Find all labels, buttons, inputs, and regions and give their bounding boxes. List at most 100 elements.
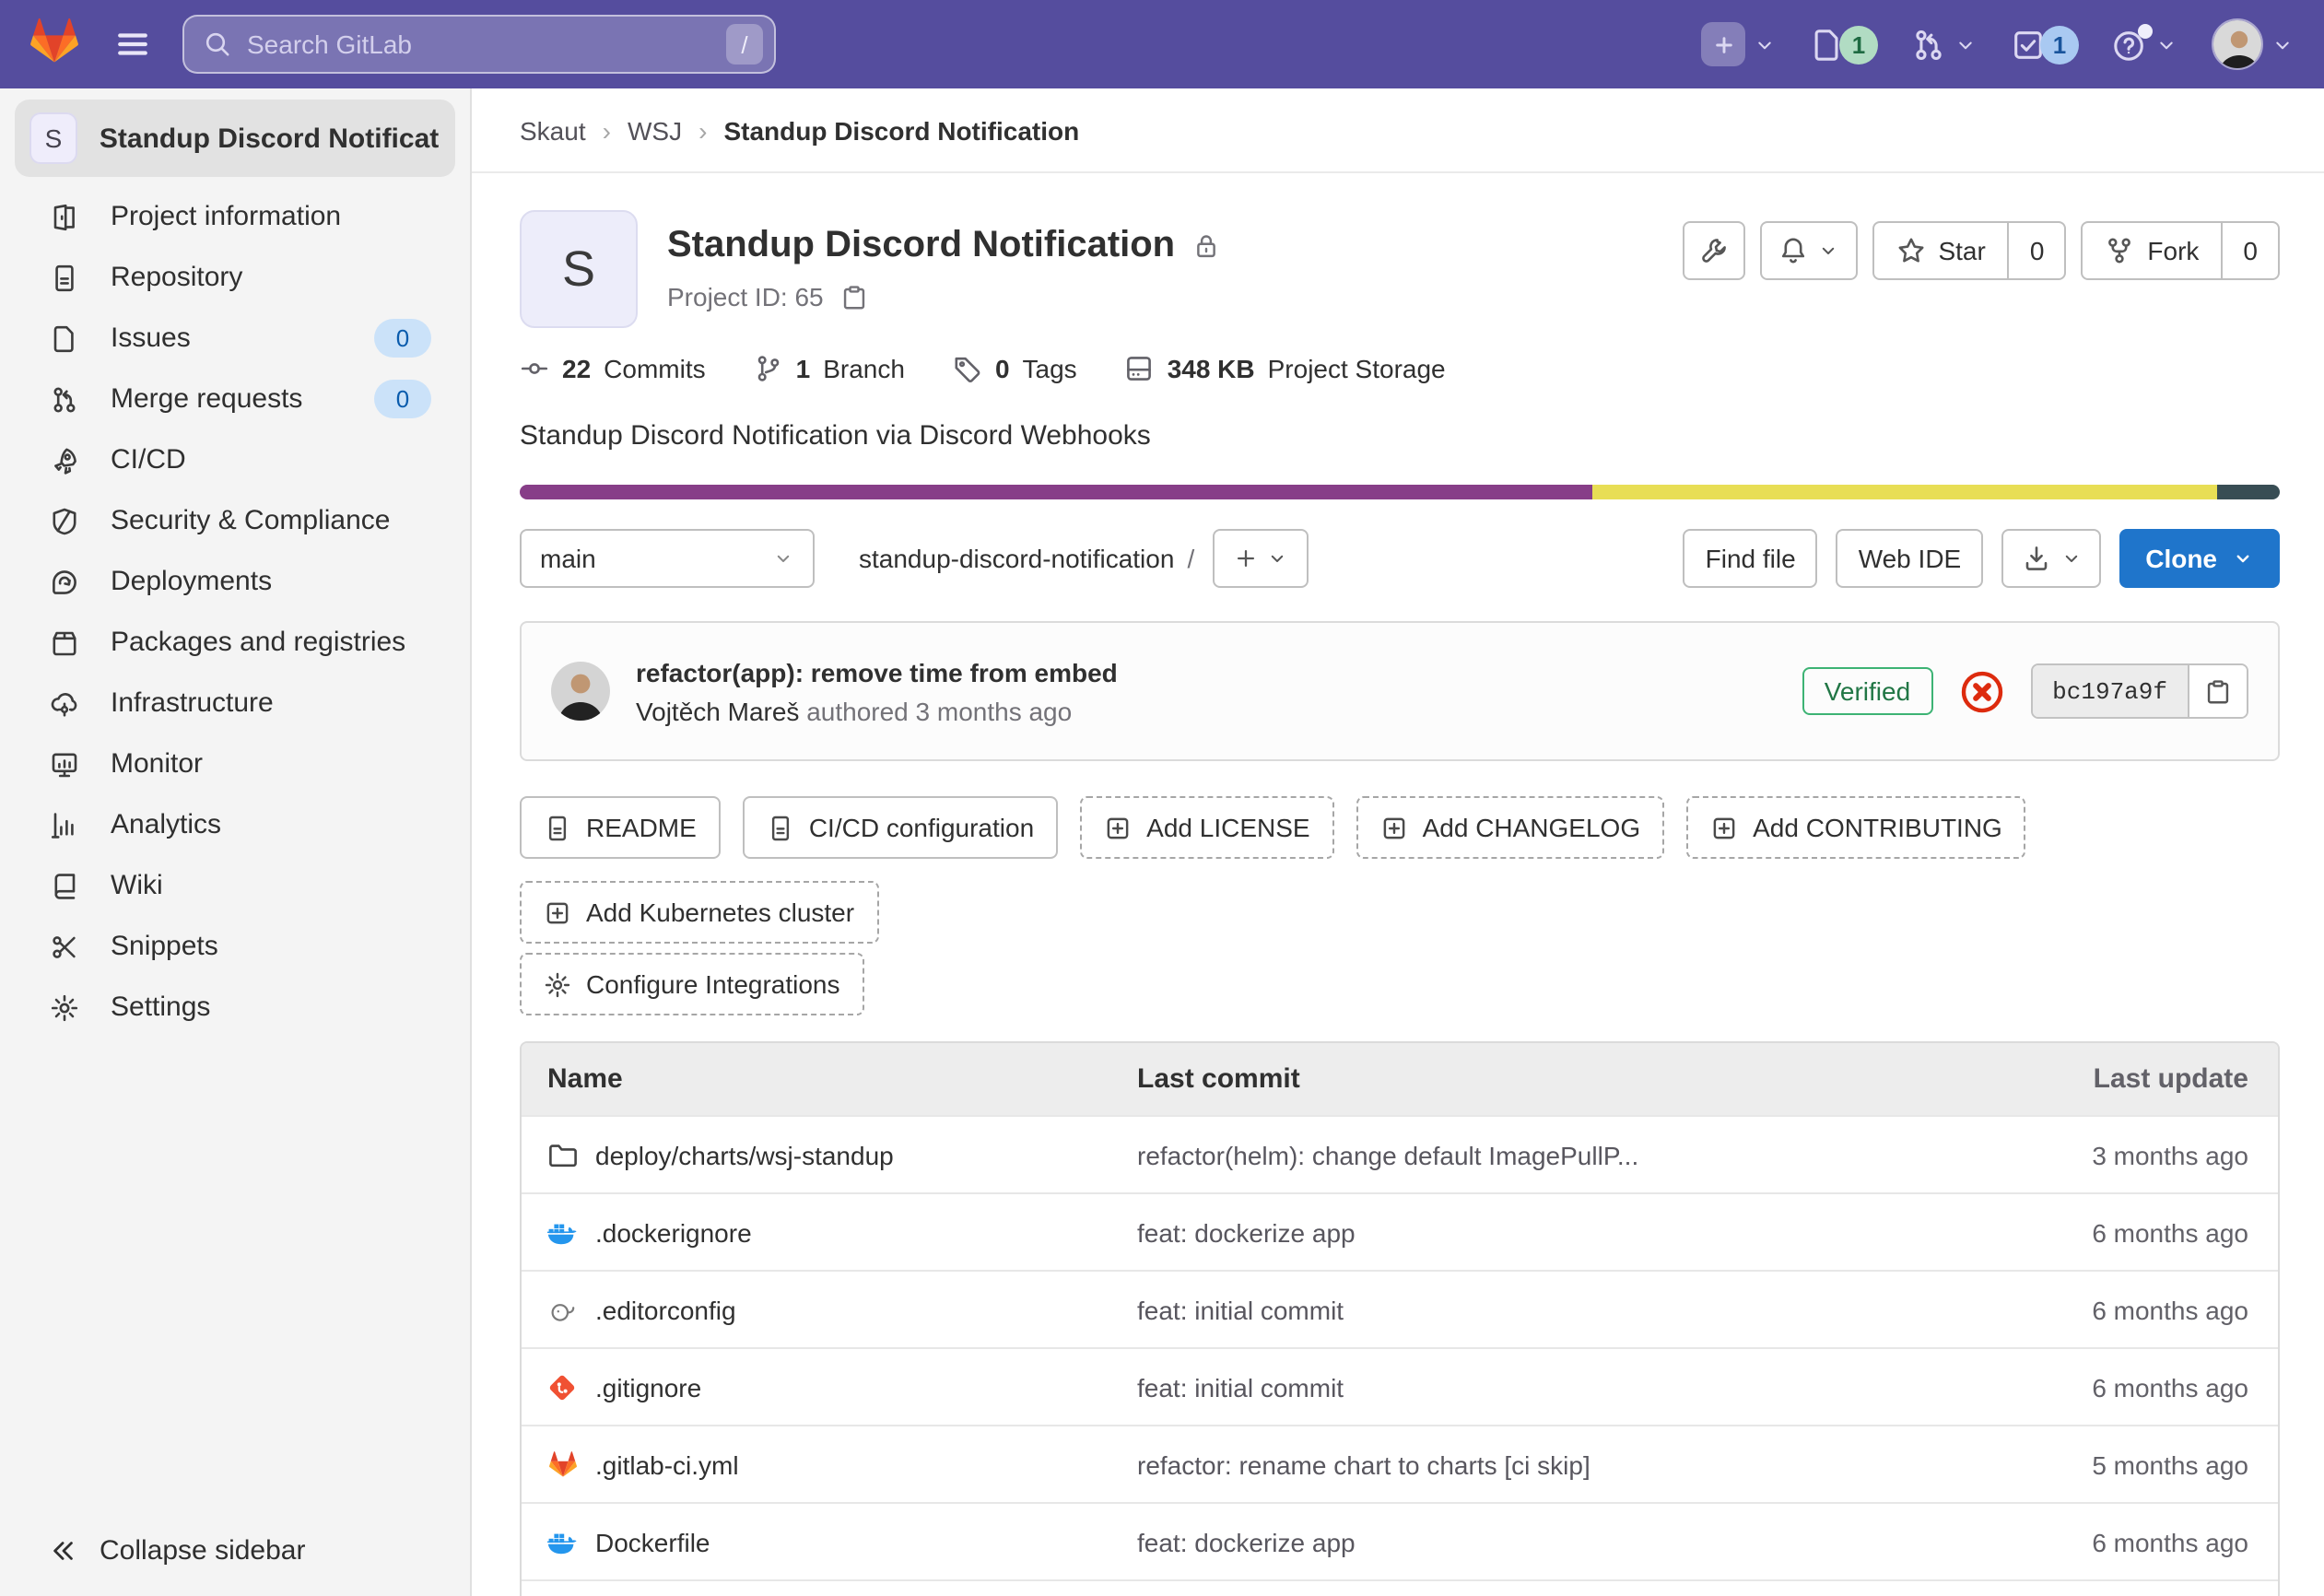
clone-button[interactable]: Clone	[2119, 529, 2280, 588]
file-commit-message[interactable]: feat: initial commit	[1137, 1295, 1976, 1324]
star-button[interactable]: Star 0	[1872, 221, 2066, 280]
file-last-update: 3 months ago	[1976, 1140, 2252, 1169]
fork-button[interactable]: Fork 0	[2081, 221, 2280, 280]
plus-square-icon	[1710, 814, 1738, 841]
file-name[interactable]: .gitlab-ci.yml	[595, 1449, 739, 1479]
hamburger-menu-button[interactable]	[114, 26, 151, 63]
add-contributing-button[interactable]: Add CONTRIBUTING	[1686, 796, 2026, 859]
file-name[interactable]: deploy/charts/wsj-standup	[595, 1140, 894, 1169]
breadcrumb-separator: ›	[698, 115, 707, 145]
add-kubernetes-cluster-button[interactable]: Add Kubernetes cluster	[520, 881, 878, 944]
cicd-configuration-button[interactable]: CI/CD configuration	[743, 796, 1058, 859]
sidebar-item-infrastructure[interactable]: Infrastructure	[0, 673, 470, 733]
branches-stat[interactable]: 1Branch	[754, 354, 905, 383]
readme-button[interactable]: README	[520, 796, 721, 859]
file-commit-message[interactable]: feat: dockerize app	[1137, 1527, 1976, 1556]
fork-count[interactable]: 0	[2221, 223, 2278, 278]
sidebar-item-issues[interactable]: Issues 0	[0, 308, 470, 369]
breadcrumb-link[interactable]: Skaut	[520, 115, 586, 145]
commit-message[interactable]: refactor(app): remove time from embed	[636, 657, 1118, 687]
breadcrumb-current: Standup Discord Notification	[723, 115, 1079, 145]
sidebar-item-repository[interactable]: Repository	[0, 247, 470, 308]
sidebar-nav: Project information Repository Issues 0 …	[0, 186, 470, 1038]
copy-icon[interactable]	[840, 283, 868, 311]
file-name[interactable]: .editorconfig	[595, 1295, 736, 1324]
help-menu[interactable]	[2112, 27, 2178, 62]
gitlab-logo-icon[interactable]	[29, 16, 79, 73]
commits-stat[interactable]: 22Commits	[520, 354, 706, 383]
user-menu[interactable]	[2212, 18, 2295, 70]
web-ide-button[interactable]: Web IDE	[1837, 529, 1984, 588]
todos-menu[interactable]: 1	[2011, 25, 2079, 64]
copy-icon[interactable]	[2188, 665, 2247, 717]
table-row[interactable]: deploy/charts/wsj-standup refactor(helm)…	[522, 1115, 2278, 1192]
chevron-down-icon	[2060, 547, 2082, 569]
project-header: S Standup Discord Notification Project I…	[520, 210, 2280, 328]
file-commit-message[interactable]: feat: dockerize app	[1137, 1217, 1976, 1247]
file-name[interactable]: .gitignore	[595, 1372, 701, 1402]
sidebar-item-label: Security & Compliance	[111, 505, 390, 536]
pipeline-failed-icon[interactable]	[1958, 668, 2004, 714]
file-icon	[544, 814, 571, 841]
branch-selector[interactable]: main	[520, 529, 815, 588]
find-file-button[interactable]: Find file	[1684, 529, 1818, 588]
sidebar-item-merge-requests[interactable]: Merge requests 0	[0, 369, 470, 429]
commit-author-name[interactable]: Vojtěch Mareš	[636, 696, 799, 725]
download-button[interactable]	[2001, 529, 2101, 588]
table-row[interactable]: Dockerfile feat: dockerize app 6 months …	[522, 1502, 2278, 1579]
sidebar-item-label: Snippets	[111, 931, 218, 962]
add-license-button[interactable]: Add LICENSE	[1080, 796, 1333, 859]
commit-sha-group: bc197a9f	[2030, 663, 2248, 719]
collapse-sidebar-button[interactable]: Collapse sidebar	[0, 1506, 470, 1596]
column-name: Name	[547, 1063, 1137, 1095]
sidebar-item-wiki[interactable]: Wiki	[0, 855, 470, 916]
add-file-button[interactable]	[1213, 529, 1309, 588]
sidebar-item-cicd[interactable]: CI/CD	[0, 429, 470, 490]
table-row[interactable]: .gitlab-ci.yml refactor: rename chart to…	[522, 1425, 2278, 1502]
sidebar-item-analytics[interactable]: Analytics	[0, 794, 470, 855]
admin-wrench-button[interactable]	[1682, 221, 1744, 280]
file-commit-message[interactable]: feat: initial commit	[1137, 1372, 1976, 1402]
sidebar-project-context[interactable]: S Standup Discord Notificati...	[15, 100, 455, 177]
star-label: Star	[1938, 236, 1985, 265]
storage-stat[interactable]: 348 KBProject Storage	[1125, 354, 1446, 383]
file-table-header: Name Last commit Last update	[522, 1043, 2278, 1115]
repo-path[interactable]: standup-discord-notification	[859, 544, 1174, 573]
language-bar[interactable]	[520, 485, 2280, 499]
sidebar-item-monitor[interactable]: Monitor	[0, 733, 470, 794]
table-row[interactable]: M↓README.md feat: initial commit 6 month…	[522, 1579, 2278, 1596]
notifications-button[interactable]	[1759, 221, 1857, 280]
issues-menu[interactable]: 1	[1810, 25, 1878, 64]
sidebar-item-label: Settings	[111, 992, 210, 1023]
user-avatar	[2212, 18, 2263, 70]
sidebar-item-settings[interactable]: Settings	[0, 977, 470, 1038]
add-changelog-button[interactable]: Add CHANGELOG	[1356, 796, 1665, 859]
configure-integrations-button[interactable]: Configure Integrations	[520, 953, 864, 1015]
issues-count-badge: 1	[1839, 25, 1878, 64]
merge-requests-menu[interactable]	[1911, 27, 1978, 62]
star-count[interactable]: 0	[2008, 223, 2065, 278]
sidebar-item-snippets[interactable]: Snippets	[0, 916, 470, 977]
chevron-down-icon	[2271, 32, 2295, 56]
sidebar-item-project-information[interactable]: Project information	[0, 186, 470, 247]
table-row[interactable]: .editorconfig feat: initial commit 6 mon…	[522, 1270, 2278, 1347]
breadcrumb-link[interactable]: WSJ	[628, 115, 682, 145]
file-name[interactable]: Dockerfile	[595, 1527, 710, 1556]
table-row[interactable]: .dockerignore feat: dockerize app 6 mont…	[522, 1192, 2278, 1270]
folder-icon	[547, 1140, 577, 1169]
repo-toolbar: main standup-discord-notification / Find…	[520, 529, 2280, 588]
gitlab-icon	[547, 1449, 577, 1479]
sidebar-item-security-compliance[interactable]: Security & Compliance	[0, 490, 470, 551]
verified-badge[interactable]: Verified	[1802, 667, 1932, 715]
tags-stat[interactable]: 0Tags	[953, 354, 1077, 383]
search-input[interactable]	[247, 29, 726, 59]
new-menu[interactable]	[1701, 22, 1777, 66]
sidebar-item-deployments[interactable]: Deployments	[0, 551, 470, 612]
sidebar-item-packages-registries[interactable]: Packages and registries	[0, 612, 470, 673]
search-box[interactable]: /	[182, 15, 776, 74]
table-row[interactable]: .gitignore feat: initial commit 6 months…	[522, 1347, 2278, 1425]
file-commit-message[interactable]: refactor(helm): change default ImagePull…	[1137, 1140, 1976, 1169]
file-commit-message[interactable]: refactor: rename chart to charts [ci ski…	[1137, 1449, 1976, 1479]
commit-author-avatar[interactable]	[551, 662, 610, 721]
file-name[interactable]: .dockerignore	[595, 1217, 752, 1247]
